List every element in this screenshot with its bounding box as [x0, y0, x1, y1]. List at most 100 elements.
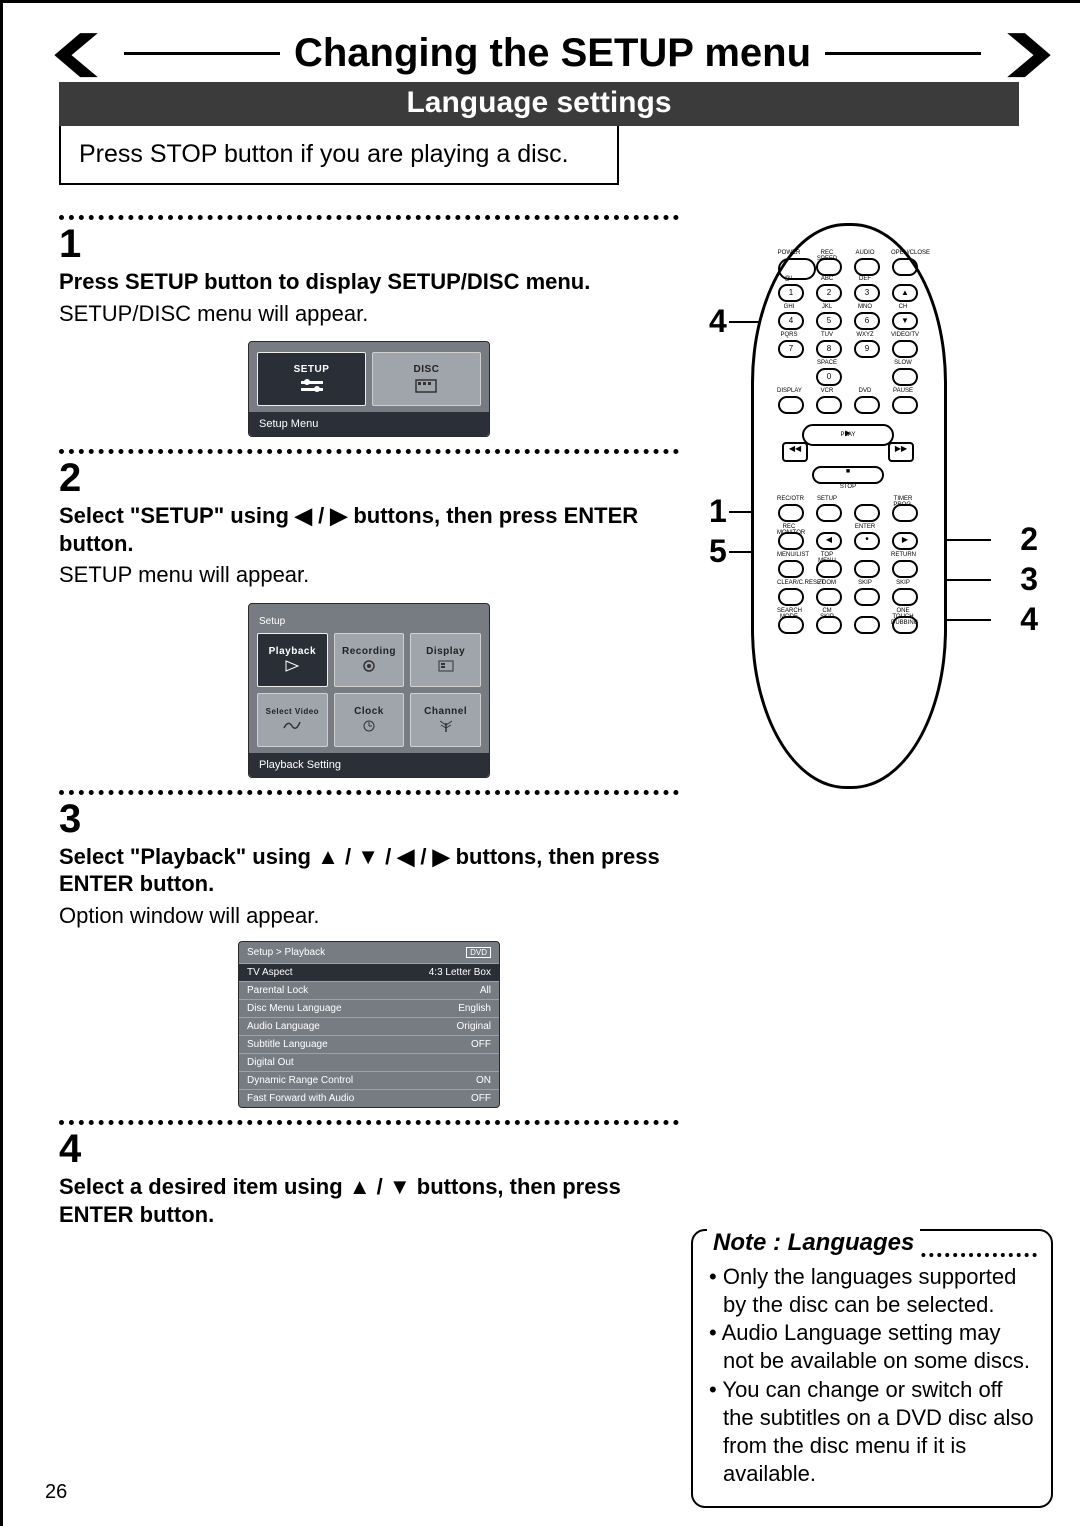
remote-button: 9	[854, 340, 880, 358]
remote-button: ▶	[892, 532, 918, 550]
remote-button	[778, 504, 804, 522]
remote-label: SKIP	[891, 580, 915, 586]
note-list: Only the languages supported by the disc…	[707, 1263, 1037, 1488]
divider-dotted	[59, 790, 679, 795]
remote-label: DVD	[853, 388, 877, 394]
title-rule-left	[124, 52, 280, 55]
callout-4-left: 4	[709, 303, 727, 340]
option-row: Dynamic Range ControlON	[239, 1071, 499, 1089]
divider-dotted	[59, 215, 679, 220]
screen-option-disc: DISC	[372, 352, 481, 406]
page-title-bar: ❮ Changing the SETUP menu ❯	[43, 31, 1062, 76]
remote-label: SETUP	[815, 496, 839, 502]
slider-icon	[299, 377, 325, 395]
option-row: Audio LanguageOriginal	[239, 1017, 499, 1035]
screen-setup-disc: SETUP DISC Setup Menu	[248, 341, 490, 437]
remote-label: GHI	[777, 304, 801, 310]
antenna-icon	[436, 719, 456, 733]
manual-page: ❮ Changing the SETUP menu ❯ Language set…	[0, 0, 1080, 1526]
screen-statusbar: Playback Setting	[249, 753, 489, 777]
intro-instruction: Press STOP button if you are playing a d…	[59, 126, 619, 185]
remote-button: 8	[816, 340, 842, 358]
remote-button: 3	[854, 284, 880, 302]
remote-label: SKIP	[853, 580, 877, 586]
remote-label: JKL	[815, 304, 839, 310]
option-row: Parental LockAll	[239, 981, 499, 999]
options-header: Setup > Playback DVD	[239, 942, 499, 963]
remote-label: @!.	[777, 276, 801, 282]
note-item: Audio Language setting may not be availa…	[723, 1319, 1037, 1375]
screen-statusbar: Setup Menu	[249, 412, 489, 436]
remote-button	[854, 616, 880, 634]
note-title: Note : Languages	[707, 1229, 920, 1257]
option-row: Disc Menu LanguageEnglish	[239, 999, 499, 1017]
screen-heading: Setup	[257, 614, 481, 633]
remote-button: •	[854, 532, 880, 550]
remote-button	[778, 560, 804, 578]
remote-label: ZOOM	[815, 580, 839, 586]
remote-button	[892, 258, 918, 276]
title-bracket-left: ❮	[43, 39, 110, 63]
remote-label: MNO	[853, 304, 877, 310]
steps-column: 1 Press SETUP button to display SETUP/DI…	[59, 203, 679, 1508]
remote-button	[854, 560, 880, 578]
divider-dotted	[59, 1120, 679, 1125]
page-subtitle: Language settings	[59, 82, 1019, 126]
remote-label: RETURN	[891, 552, 915, 558]
remote-button	[854, 588, 880, 606]
remote-label: VIDEO/TV	[891, 332, 915, 338]
callout-3-right: 3	[1020, 561, 1038, 598]
remote-button: 4	[778, 312, 804, 330]
remote-label: OPEN/CLOSE	[891, 250, 915, 256]
remote-label: DISPLAY	[777, 388, 801, 394]
remote-label: POWER	[777, 250, 801, 256]
remote-button	[854, 504, 880, 522]
page-title: Changing the SETUP menu	[294, 31, 811, 76]
remote-button	[816, 588, 842, 606]
step4-heading: Select a desired item using ▲ / ▼ button…	[59, 1173, 679, 1228]
note-item: You can change or switch off the subtitl…	[723, 1376, 1037, 1489]
remote-label: CLEAR/C.RESET	[777, 580, 801, 586]
remote-button	[816, 504, 842, 522]
remote-button	[854, 258, 880, 276]
remote-stop-button: ■	[812, 466, 884, 484]
screen-setup-menu: Setup Playback Recording Display Select …	[248, 603, 490, 778]
callout-1-left: 1	[709, 493, 727, 530]
film-icon	[414, 377, 440, 395]
step1-heading: Press SETUP button to display SETUP/DISC…	[59, 268, 679, 296]
remote-button: ◀	[816, 532, 842, 550]
remote-label: SLOW	[891, 360, 915, 366]
callout-line	[943, 619, 991, 621]
remote-ffwd-button: ▶▶	[888, 442, 914, 462]
remote-button	[854, 396, 880, 414]
record-icon	[359, 659, 379, 673]
screen-playback-options: Setup > Playback DVD TV Aspect4:3 Letter…	[238, 941, 500, 1108]
remote-button	[892, 616, 918, 634]
remote-label: REC/OTR	[777, 496, 801, 502]
step-number: 4	[59, 1129, 679, 1169]
remote-button	[892, 560, 918, 578]
remote-label: TUV	[815, 332, 839, 338]
remote-button: 6	[854, 312, 880, 330]
remote-button: ▼	[892, 312, 918, 330]
remote-button	[778, 588, 804, 606]
callout-2-right: 2	[1020, 521, 1038, 558]
remote-label: CH	[891, 304, 915, 310]
screen-option-display: Display	[410, 633, 481, 687]
remote-label: SPACE	[815, 360, 839, 366]
remote-button	[892, 396, 918, 414]
divider-dotted	[59, 449, 679, 454]
remote-label: ABC	[815, 276, 839, 282]
remote-button: 7	[778, 340, 804, 358]
remote-button: ▲	[892, 284, 918, 302]
remote-button	[778, 396, 804, 414]
display-icon	[436, 659, 456, 673]
step2-body: SETUP menu will appear.	[59, 561, 679, 589]
screen-option-setup: SETUP	[257, 352, 366, 406]
remote-nav-cluster: ▶PLAY◀◀▶▶■STOP	[782, 424, 914, 490]
remote-button	[892, 340, 918, 358]
option-row: TV Aspect4:3 Letter Box	[239, 963, 499, 981]
remote-button: 2	[816, 284, 842, 302]
remote-button	[892, 368, 918, 386]
step-number: 1	[59, 224, 679, 264]
